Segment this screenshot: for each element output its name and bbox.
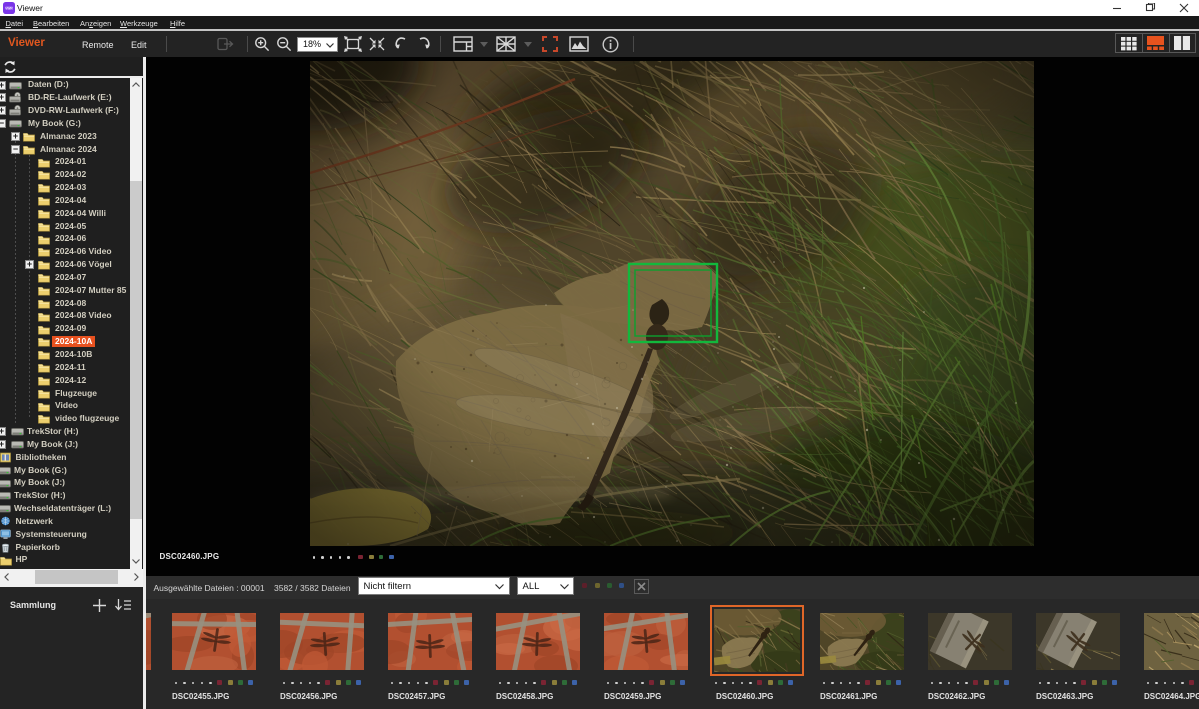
svg-text:VWR: VWR — [5, 7, 13, 11]
